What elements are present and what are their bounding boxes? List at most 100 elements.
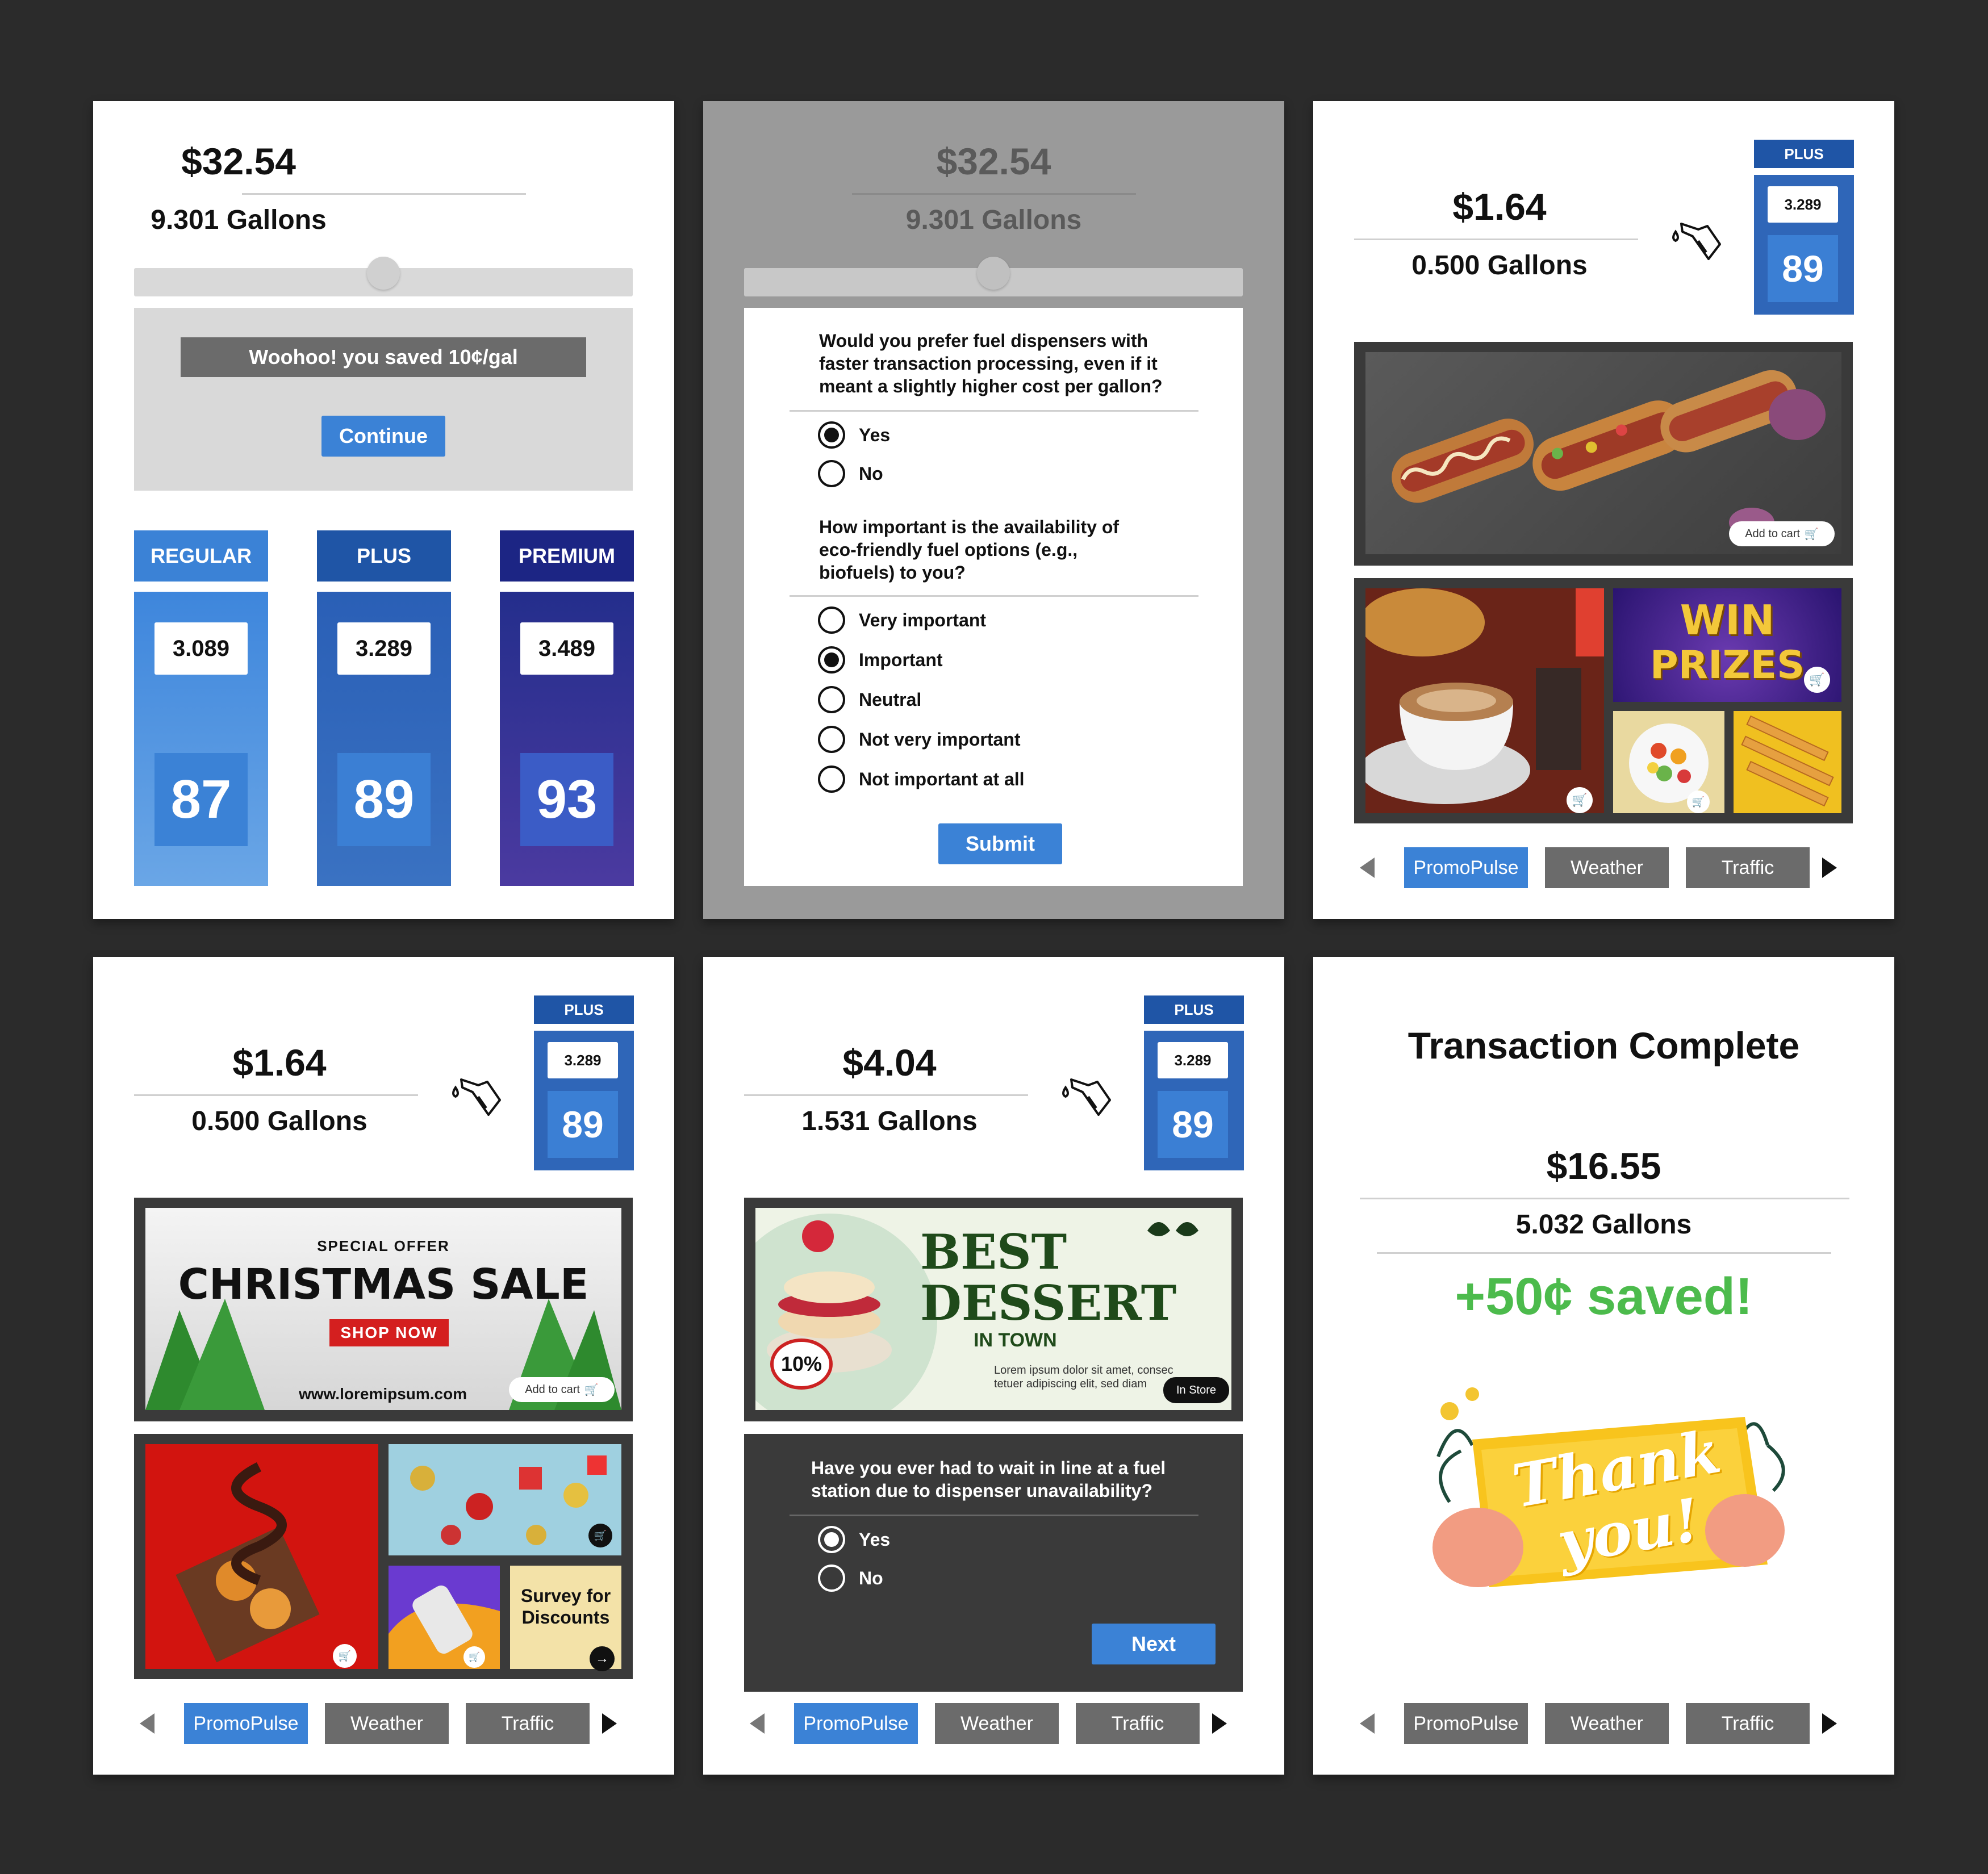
fuel-nozzle-icon: [1062, 1078, 1111, 1116]
tab-weather[interactable]: Weather: [325, 1703, 449, 1744]
prev-arrow-icon[interactable]: [140, 1713, 154, 1734]
tab-promopulse[interactable]: PromoPulse: [1404, 1703, 1528, 1744]
in-town-text: IN TOWN: [974, 1329, 1057, 1351]
grade-plus-label: PLUS: [1144, 995, 1244, 1024]
bottom-tabs: PromoPulse Weather Traffic: [1360, 847, 1837, 888]
cart-icon: 🛒: [1804, 528, 1819, 541]
in-store-badge[interactable]: In Store: [1163, 1377, 1229, 1403]
plus-price: 3.289: [1158, 1042, 1228, 1078]
q2-option-not-very-important[interactable]: Not very important: [818, 726, 1020, 753]
survey-card: Have you ever had to wait in line at a f…: [744, 1434, 1243, 1692]
slider-handle[interactable]: [367, 257, 400, 290]
divider: [790, 595, 1198, 597]
q2-option-not-important[interactable]: Not important at all: [818, 766, 1025, 793]
plus-price: 3.289: [548, 1042, 618, 1078]
prev-arrow-icon[interactable]: [750, 1713, 765, 1734]
prev-arrow-icon[interactable]: [1360, 1713, 1375, 1734]
cart-icon[interactable]: 🛒: [333, 1644, 357, 1668]
bottom-tabs: PromoPulse Weather Traffic: [140, 1703, 617, 1744]
screen-transaction-complete: Transaction Complete $16.55 5.032 Gallon…: [1313, 957, 1894, 1775]
radio[interactable]: [818, 686, 845, 713]
tab-weather[interactable]: Weather: [1545, 847, 1669, 888]
q2-option-very-important[interactable]: Very important: [818, 606, 986, 634]
grade-plus-label: PLUS: [534, 995, 634, 1024]
best-dessert-ad-image[interactable]: BEST DESSERT IN TOWN 10% Lorem ipsum dol…: [755, 1208, 1231, 1410]
grade-plus-label[interactable]: PLUS: [317, 530, 451, 582]
option-no[interactable]: No: [818, 1565, 883, 1592]
gallons-readout: 9.301 Gallons: [151, 205, 327, 235]
grade-regular-label[interactable]: REGULAR: [134, 530, 268, 582]
fries-ad-image[interactable]: [1734, 711, 1841, 813]
radio[interactable]: [818, 726, 845, 753]
ornaments-ad-image[interactable]: [389, 1444, 621, 1555]
sale-amount: $32.54: [936, 140, 1051, 182]
tab-promopulse[interactable]: PromoPulse: [184, 1703, 308, 1744]
add-to-cart-button[interactable]: Add to cart 🛒: [509, 1377, 615, 1402]
radio[interactable]: [818, 766, 845, 793]
arrow-right-icon[interactable]: →: [590, 1646, 615, 1671]
tab-weather[interactable]: Weather: [1545, 1703, 1669, 1744]
chocolate-ad-image[interactable]: [145, 1444, 378, 1669]
screen-pump-savings: $32.54 9.301 Gallons Woohoo! you saved 1…: [93, 101, 674, 919]
cart-icon[interactable]: 🛒: [588, 1524, 612, 1547]
radio-selected[interactable]: [818, 646, 845, 674]
premium-octane: 93: [520, 753, 613, 846]
gallons-readout: 9.301 Gallons: [905, 205, 1082, 235]
next-arrow-icon[interactable]: [602, 1713, 617, 1734]
next-arrow-icon[interactable]: [1822, 857, 1837, 878]
gallons-readout: 0.500 Gallons: [191, 1106, 367, 1136]
cart-icon[interactable]: 🛒: [1687, 790, 1710, 813]
q2-option-important[interactable]: Important: [818, 646, 943, 674]
tab-promopulse[interactable]: PromoPulse: [794, 1703, 918, 1744]
slider-handle[interactable]: [977, 257, 1010, 290]
tab-traffic[interactable]: Traffic: [466, 1703, 590, 1744]
continue-button[interactable]: Continue: [321, 416, 445, 457]
divider: [134, 1094, 418, 1096]
gallons-readout: 5.032 Gallons: [1515, 1210, 1692, 1240]
coffee-ad-image[interactable]: [1365, 588, 1604, 813]
radio[interactable]: [818, 460, 845, 487]
cart-icon[interactable]: 🛒: [463, 1646, 485, 1668]
radio-selected[interactable]: [818, 1526, 845, 1553]
plus-price: 3.289: [337, 622, 431, 675]
tab-traffic[interactable]: Traffic: [1076, 1703, 1200, 1744]
next-arrow-icon[interactable]: [1822, 1713, 1837, 1734]
option-yes[interactable]: Yes: [818, 1526, 890, 1553]
radio-selected[interactable]: [818, 421, 845, 449]
divider: [1377, 1252, 1831, 1254]
q2-option-neutral[interactable]: Neutral: [818, 686, 921, 713]
discount-badge: 10%: [770, 1338, 833, 1390]
best-text: BEST: [920, 1224, 1067, 1280]
add-to-cart-button[interactable]: Add to cart 🛒: [1729, 521, 1835, 546]
next-arrow-icon[interactable]: [1212, 1713, 1227, 1734]
divider: [790, 1515, 1198, 1516]
cart-icon[interactable]: 🛒: [1567, 787, 1593, 813]
win-text: WIN: [1680, 596, 1775, 644]
radio[interactable]: [818, 1565, 845, 1592]
divider: [242, 193, 526, 195]
radio[interactable]: [818, 606, 845, 634]
q1-option-yes[interactable]: Yes: [818, 421, 890, 449]
sale-amount: $32.54: [181, 140, 296, 182]
tab-promopulse[interactable]: PromoPulse: [1404, 847, 1528, 888]
tab-traffic[interactable]: Traffic: [1686, 1703, 1810, 1744]
premium-price: 3.489: [520, 622, 613, 675]
divider: [790, 410, 1198, 412]
next-button[interactable]: Next: [1092, 1624, 1216, 1664]
dessert-text: DESSERT: [920, 1275, 1177, 1331]
divider: [852, 193, 1136, 195]
submit-button[interactable]: Submit: [938, 823, 1062, 864]
divider: [1354, 239, 1638, 240]
sale-amount: $4.04: [842, 1041, 937, 1084]
plus-price: 3.289: [1768, 186, 1838, 223]
grade-premium-label[interactable]: PREMIUM: [500, 530, 634, 582]
savings-card: [134, 308, 633, 491]
cart-icon[interactable]: 🛒: [1804, 667, 1830, 693]
divider: [1360, 1198, 1849, 1199]
gallons-readout: 1.531 Gallons: [801, 1106, 978, 1136]
prev-arrow-icon[interactable]: [1360, 857, 1375, 878]
tab-weather[interactable]: Weather: [935, 1703, 1059, 1744]
tab-traffic[interactable]: Traffic: [1686, 847, 1810, 888]
question-1: Would you prefer fuel dispensers with fa…: [819, 331, 1163, 396]
q1-option-no[interactable]: No: [818, 460, 883, 487]
